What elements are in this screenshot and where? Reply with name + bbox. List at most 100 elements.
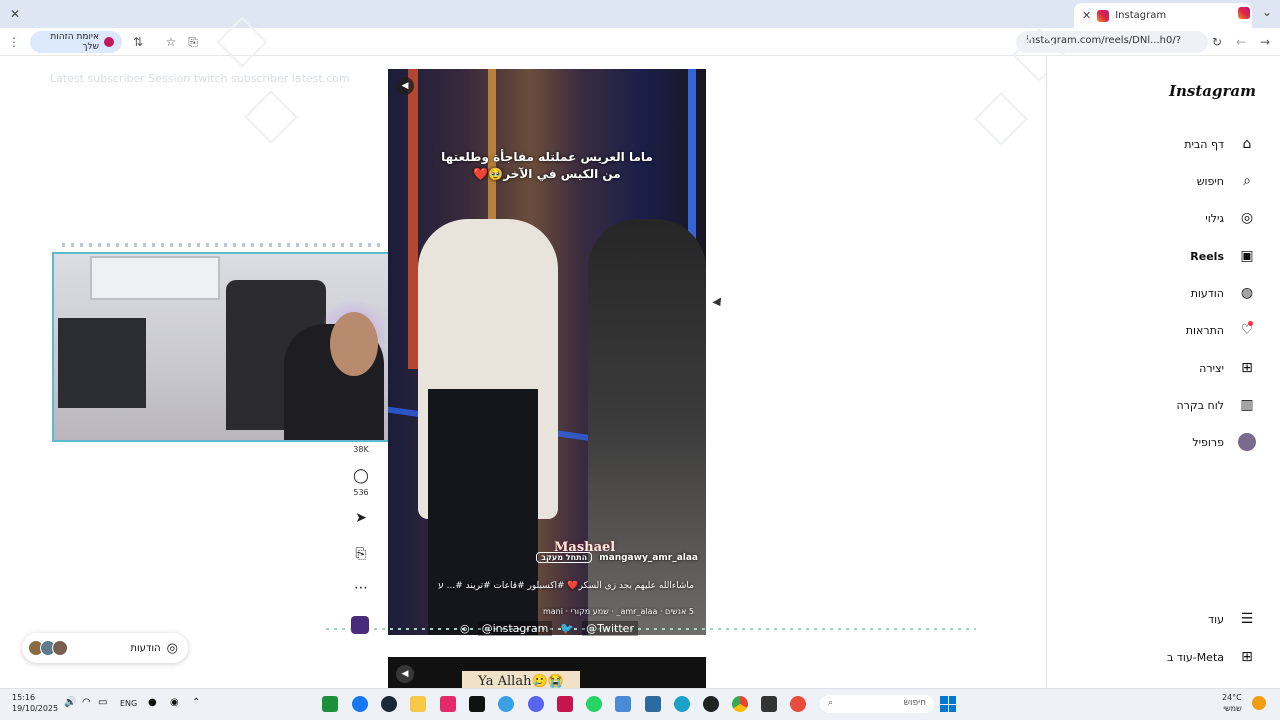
taskbar-search[interactable]: ⌕ חיפוש [820,695,934,713]
profile-avatar [1238,433,1256,451]
app-icon-16[interactable] [761,696,777,712]
browser-tab-strip: ✕ + ✕ Instagram ⌄ [0,0,1280,28]
sidebar-item-meta[interactable]: עוד ב-Meta ⊞ [1060,644,1256,670]
reel-caption: ماما العريس عملتله مفاجأة وطلعتها من الك… [408,149,686,183]
save-icon[interactable]: ⎘ [350,546,372,562]
weather-label: שמשי [1223,704,1242,713]
heart-icon: ♡ [1240,321,1254,338]
comment-icon[interactable]: ◯ [350,468,372,484]
taskbar-clock[interactable]: 15:16 19/10/2025 [12,692,58,714]
screenshot-icon[interactable]: ⎘ [185,34,201,50]
tab-close-icon[interactable]: ✕ [1082,9,1091,22]
back-icon[interactable]: ← [1233,34,1249,50]
instagram-logo[interactable]: Instagram [1166,82,1256,100]
messenger-icon: ◍ [1240,285,1254,301]
search-icon: ⌕ [828,698,834,708]
more-icon[interactable]: ⋯ [350,580,372,596]
tiktok-app-icon[interactable] [440,696,456,712]
reel-audio-meta[interactable]: 5 אנשים · amr_alaa_ · שמע מקורי · mani [518,607,694,616]
reel-video[interactable]: ◀ ماما العريس عملتله مفاجأة وطلعتها من ا… [388,69,706,635]
sidebar-item-search[interactable]: חיפוש ⌕ [1060,168,1256,194]
language-indicator[interactable]: ENG [120,699,137,708]
instagram-favicon-icon [1097,9,1110,22]
search-icon: ⌕ [1243,173,1251,189]
messages-pill[interactable]: ◎ הודעות [22,633,188,663]
adobe-app-icon[interactable] [557,696,573,712]
sidebar-item-notifications[interactable]: התראות ♡ [1060,317,1256,343]
sidebar-item-label: גילוי [1205,211,1224,225]
identity-verification-pill[interactable]: איומת הזהות שלך [30,31,122,53]
extensions-icon[interactable]: ⇅ [130,34,146,50]
sidebar-item-label: הודעות [1190,286,1224,300]
identity-dot-icon [104,37,114,47]
sidebar-item-messages[interactable]: הודעות ◍ [1060,280,1256,306]
instagram-pinned-icon[interactable] [1238,7,1250,19]
reel-description[interactable]: ماشاءالله عليهم بجد زي السكر❤️ #اكسبلور … [438,581,694,591]
sidebar-item-label: עוד [1208,612,1224,626]
tiktok-app-icon-2[interactable] [469,696,485,712]
app-icon-7[interactable] [498,696,514,712]
chrome-app-icon[interactable] [732,696,748,712]
share-icon[interactable]: ➤ [350,510,372,526]
sidebar-item-reels[interactable]: Reels ▣ [1060,243,1256,269]
sidebar-item-label: יצירה [1199,361,1224,375]
taskbar-weather[interactable]: 24°C שמשי [1222,692,1242,714]
bookmark-star-icon[interactable]: ☆ [163,34,179,50]
window-close-icon[interactable]: ✕ [10,7,20,21]
sidebar-item-profile[interactable]: פרופיל [1060,429,1256,455]
mouse-cursor-icon [712,297,725,309]
identity-verification-label: איומת הזהות שלך [50,32,99,52]
tab-title: Instagram [1115,10,1167,21]
discord-app-icon[interactable] [528,696,544,712]
clock-time: 15:16 [12,693,36,702]
tab-instagram[interactable]: ✕ Instagram [1074,3,1252,28]
windows-start-icon[interactable] [940,696,956,712]
follow-button[interactable]: התחל מעקב [536,552,593,563]
edge-app-icon[interactable] [674,696,690,712]
tray-expand-icon[interactable]: ⌃ [192,697,200,708]
app-icon-17[interactable] [790,696,806,712]
compass-icon: ◎ [1240,210,1254,226]
dashboard-icon: ▥ [1240,397,1254,413]
more-options-icon[interactable]: ⋮ [6,34,22,50]
reel-author-name[interactable]: mangawy_amr_alaa [599,553,698,563]
sidebar-item-more[interactable]: עוד ☰ [1060,606,1256,632]
app-icon-12[interactable] [645,696,661,712]
stream-socials-bar: ◎ @instagram 🐦 @Twitter [460,618,710,638]
sidebar-item-label: חיפוש [1196,174,1224,188]
steam-app-icon[interactable] [381,696,397,712]
menu-icon: ☰ [1240,611,1254,627]
webcam-feed [52,252,390,442]
mute-icon-2[interactable]: ◀ [396,665,414,683]
messages-avatars [28,640,68,656]
wifi-icon[interactable]: ◠ [82,697,91,708]
calculator-app-icon[interactable] [615,696,631,712]
sidebar-item-home[interactable]: דף הבית ⌂ [1060,131,1256,157]
obs-app-icon[interactable] [703,696,719,712]
battery-icon[interactable]: ▭ [98,697,107,708]
sidebar-item-label: התראות [1185,323,1224,337]
mic-icon[interactable]: ● [148,697,157,708]
tray-app-icon[interactable]: ◉ [170,697,179,708]
window-menu-icon[interactable]: ⌄ [1262,5,1272,19]
sidebar-item-label: פרופיל [1192,435,1224,449]
speaker-icon[interactable]: 🔊 [64,697,76,708]
messages-label: הודעות [130,642,161,654]
sidebar-item-explore[interactable]: גילוי ◎ [1060,205,1256,231]
weather-sun-icon [1252,696,1266,710]
instagram-handle: @instagram [477,620,553,636]
taskbar-search-placeholder: חיפוש [903,698,926,708]
file-explorer-icon[interactable] [410,696,426,712]
sidebar-item-create[interactable]: יצירה ⊞ [1060,355,1256,381]
reload-icon[interactable]: ↻ [1209,34,1225,50]
webcam-top-dots [62,243,382,247]
home-icon: ⌂ [1242,136,1252,152]
mute-icon[interactable]: ◀ [396,77,414,95]
sidebar-item-dashboard[interactable]: לוח בקרה ▥ [1060,392,1256,418]
facebook-app-icon[interactable] [352,696,368,712]
audio-avatar[interactable] [351,616,369,634]
terminal-app-icon[interactable] [322,696,338,712]
like-icon[interactable]: ♡ [350,428,372,444]
whatsapp-app-icon[interactable] [586,696,602,712]
forward-icon[interactable]: → [1257,34,1273,50]
